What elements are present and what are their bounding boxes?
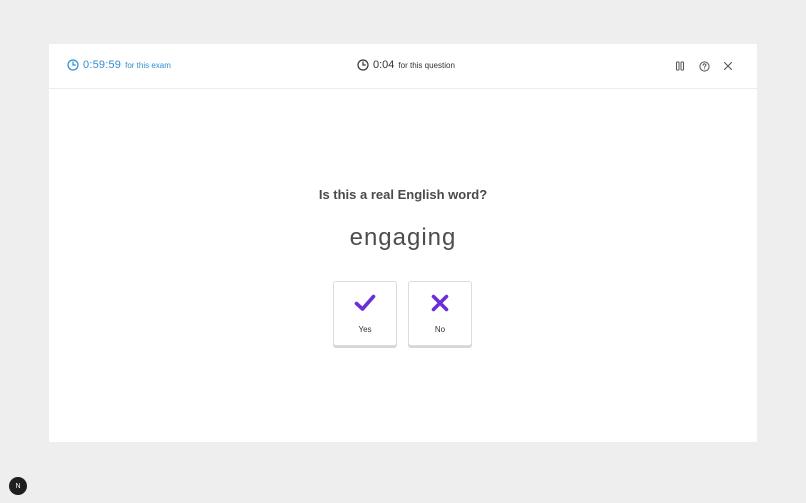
cross-mark-wrapper [409, 293, 471, 313]
help-button[interactable] [697, 59, 711, 73]
question-time-caption: for this question [398, 60, 455, 70]
check-icon [354, 294, 376, 311]
header-actions [663, 59, 735, 73]
close-button[interactable] [721, 59, 735, 73]
pause-button[interactable] [673, 59, 687, 73]
exam-timer: 0:59:59 for this exam [67, 59, 171, 71]
yes-button[interactable]: Yes [333, 281, 397, 346]
pause-icon [676, 61, 684, 71]
check-mark-wrapper [334, 293, 396, 313]
question-word: engaging [349, 224, 457, 251]
yes-label: Yes [358, 325, 372, 334]
exam-time-caption: for this exam [125, 60, 171, 70]
help-icon [698, 60, 710, 72]
question-timer: 0:04 for this question [357, 59, 455, 71]
cross-icon [431, 294, 449, 312]
close-icon [723, 61, 733, 71]
exam-card: 0:59:59 for this exam 0:04 for this ques… [49, 44, 757, 442]
exam-time-remaining: 0:59:59 [83, 59, 122, 71]
no-label: No [434, 325, 446, 334]
exam-header: 0:59:59 for this exam 0:04 for this ques… [49, 44, 757, 89]
clock-icon [67, 59, 79, 71]
no-button[interactable]: No [408, 281, 472, 346]
corner-badge[interactable]: N [9, 477, 27, 495]
clock-icon [357, 59, 369, 71]
question-prompt: Is this a real English word? [318, 187, 488, 202]
corner-badge-label: N [15, 482, 21, 490]
question-time-elapsed: 0:04 [373, 59, 395, 71]
